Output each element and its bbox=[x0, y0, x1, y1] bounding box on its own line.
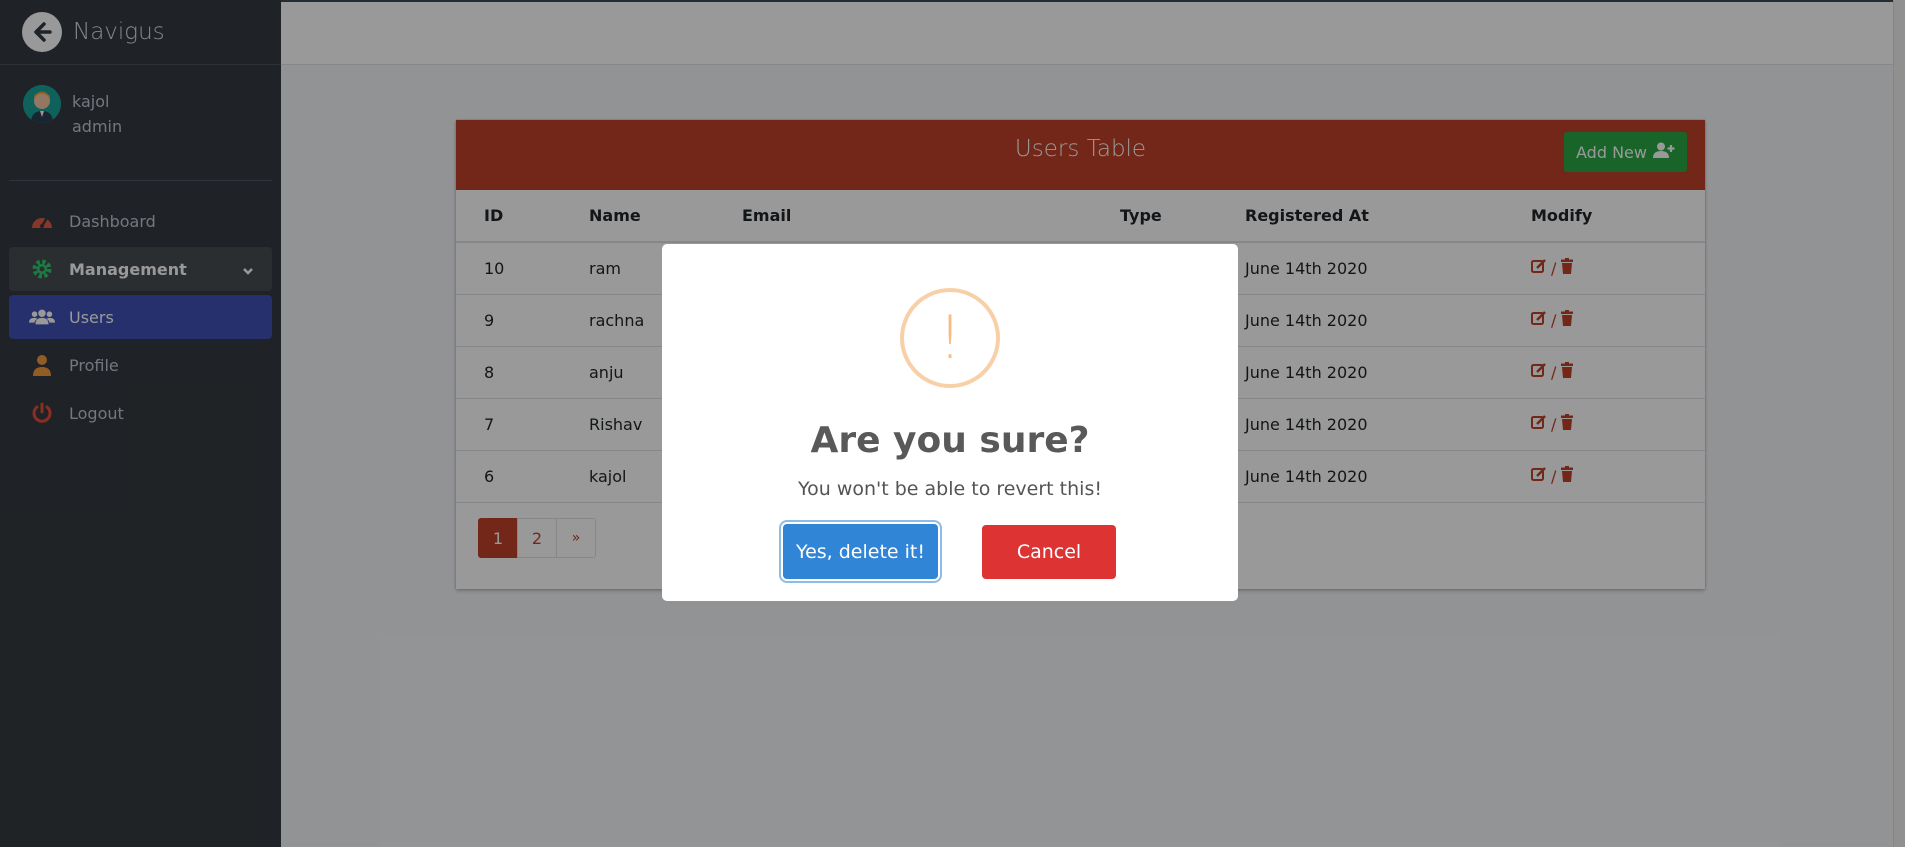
warning-icon: ! bbox=[900, 288, 1000, 388]
modal-backdrop[interactable]: ! Are you sure? You won't be able to rev… bbox=[0, 0, 1905, 847]
cancel-button[interactable]: Cancel bbox=[982, 525, 1116, 579]
dialog-title: Are you sure? bbox=[810, 420, 1090, 461]
dialog-message: You won't be able to revert this! bbox=[798, 478, 1102, 500]
confirm-delete-button[interactable]: Yes, delete it! bbox=[783, 524, 938, 579]
confirm-dialog: ! Are you sure? You won't be able to rev… bbox=[662, 244, 1238, 601]
